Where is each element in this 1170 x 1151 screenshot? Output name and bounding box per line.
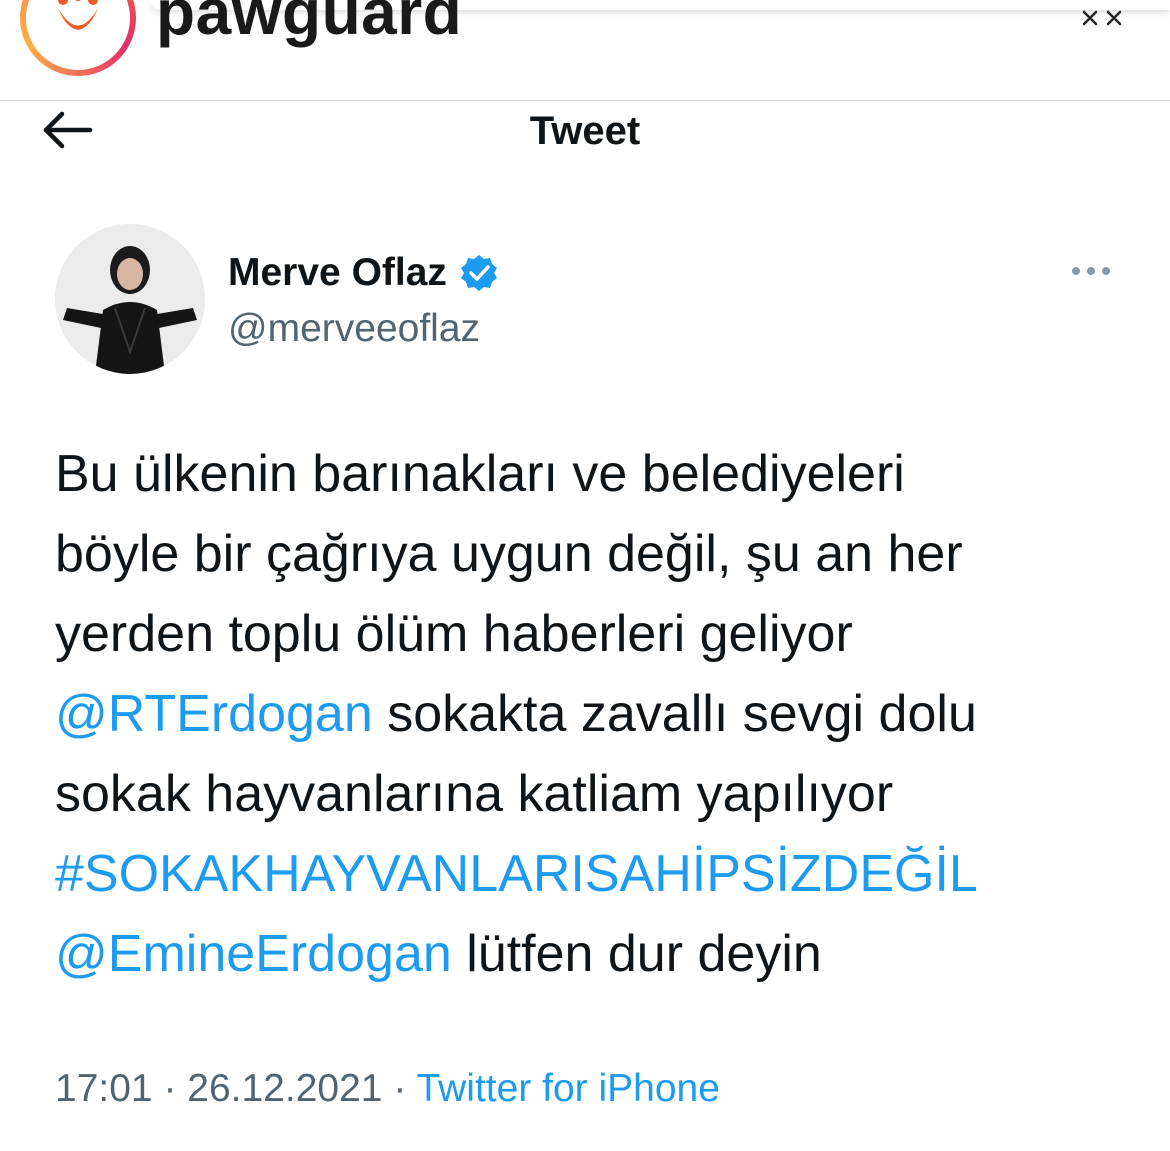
tweet-text-segment: yerden toplu ölüm haberleri geliyor (55, 605, 853, 663)
tweet-text-segment: sokakta zavallı sevgi dolu (372, 685, 977, 743)
page-title: Tweet (529, 109, 641, 153)
author-handle[interactable]: @merveeoflaz (228, 306, 480, 352)
tweet-line: böyle bir çağrıya uygun değil, şu an her (55, 514, 1145, 594)
tweet-line: yerden toplu ölüm haberleri geliyor (55, 594, 1145, 674)
close-icon[interactable] (1082, 10, 1122, 34)
tweet-text-segment: lütfen dur deyin (451, 925, 822, 983)
author-avatar[interactable] (55, 224, 205, 374)
paw-logo-icon (26, 0, 130, 70)
tweet-meta: 17:01 · 26.12.2021 · Twitter for iPhone (55, 1066, 720, 1112)
tweet-line: Bu ülkenin barınakları ve belediyeleri (55, 434, 1145, 514)
author-name-row: Merve Oflaz (228, 250, 499, 296)
tweet-line: @EmineErdogan lütfen dur deyin (55, 914, 1145, 994)
author-name[interactable]: Merve Oflaz (228, 250, 447, 296)
profile-avatar[interactable] (20, 0, 136, 76)
instagram-header: pawguard (0, 0, 1170, 101)
meta-separator: · (382, 1067, 417, 1110)
profile-username[interactable]: pawguard (156, 0, 462, 50)
tweet-date: 26.12.2021 (187, 1067, 383, 1110)
mention-link[interactable]: @RTErdogan (55, 685, 373, 743)
tweet-text-segment: Bu ülkenin barınakları ve belediyeleri (55, 445, 905, 503)
tweet-source-link[interactable]: Twitter for iPhone (416, 1067, 719, 1110)
tweet-text-segment: sokak hayvanlarına katliam yapılıyor (55, 765, 894, 823)
tweet-text: Bu ülkenin barınakları ve belediyeleri bö… (55, 434, 1145, 994)
more-options-icon[interactable] (1068, 258, 1114, 284)
tweet-text-segment: böyle bir çağrıya uygun değil, şu an her (55, 525, 963, 583)
meta-separator: · (152, 1067, 188, 1110)
tweet-time: 17:01 (55, 1067, 153, 1110)
tweet-line: #SOKAKHAYVANLARISAHİPSİZDEĞİL (55, 834, 1145, 914)
hashtag-link[interactable]: #SOKAKHAYVANLARISAHİPSİZDEĞİL (55, 845, 978, 903)
mention-link[interactable]: @EmineErdogan (55, 925, 452, 983)
tweet-line: @RTErdogan sokakta zavallı sevgi dolu (55, 674, 1145, 754)
tweet-line: sokak hayvanlarına katliam yapılıyor (55, 754, 1145, 834)
verified-badge-icon (459, 253, 499, 293)
